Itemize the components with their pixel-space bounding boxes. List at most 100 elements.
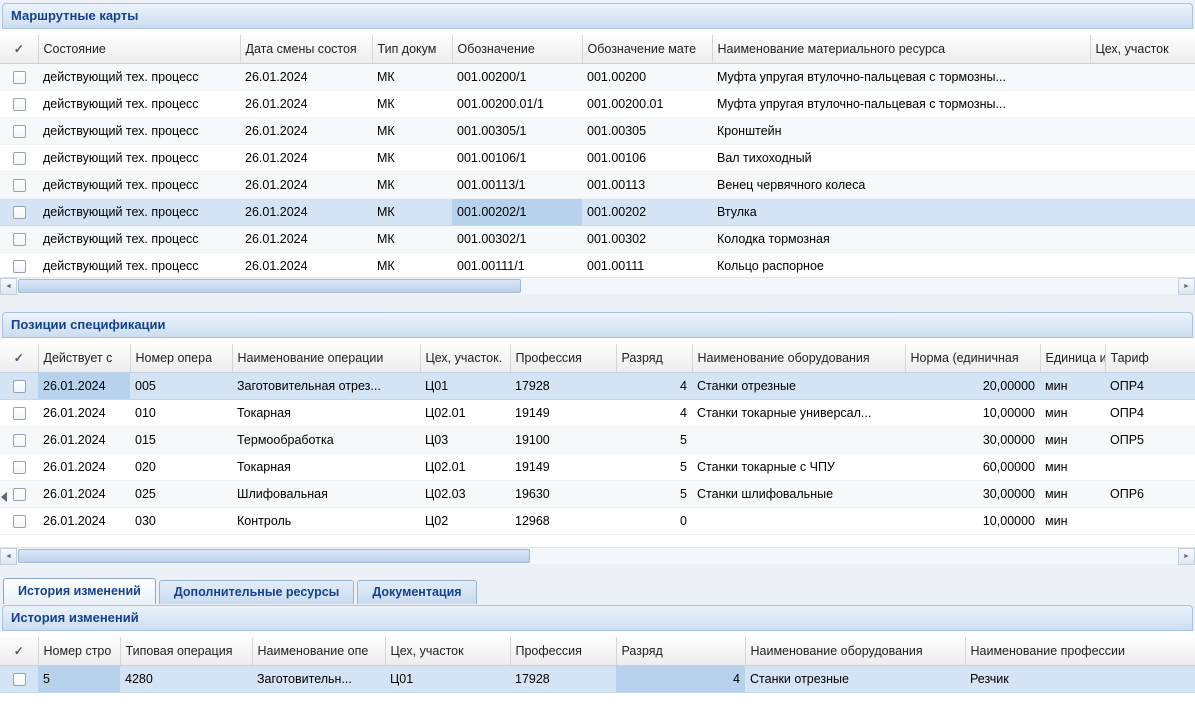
- table-cell[interactable]: Заготовительн...: [252, 666, 385, 693]
- table-cell[interactable]: 001.00202: [582, 199, 712, 226]
- table-cell[interactable]: 001.00113: [582, 172, 712, 199]
- table-cell[interactable]: 26.01.2024: [240, 199, 372, 226]
- col-header-valid-from[interactable]: Действует с: [38, 344, 130, 372]
- row-checkbox[interactable]: [13, 179, 26, 192]
- table-cell[interactable]: 015: [130, 427, 232, 454]
- table-row[interactable]: действующий тех. процесс26.01.2024МК 001.…: [0, 199, 1195, 226]
- table-cell[interactable]: [1090, 118, 1195, 145]
- table-cell[interactable]: 4: [616, 400, 692, 427]
- table-cell[interactable]: 001.00302: [582, 226, 712, 253]
- table-cell[interactable]: МК: [372, 199, 452, 226]
- col-header-profession[interactable]: Профессия: [510, 637, 616, 665]
- table-cell[interactable]: 0: [616, 508, 692, 535]
- table-cell[interactable]: 5: [616, 481, 692, 508]
- table-cell[interactable]: 26.01.2024: [240, 91, 372, 118]
- table-cell[interactable]: мин: [1040, 481, 1105, 508]
- row-checkbox[interactable]: [13, 488, 26, 501]
- row-checkbox-cell[interactable]: [0, 226, 38, 253]
- tab-change-history[interactable]: История изменений: [3, 578, 156, 604]
- table-cell[interactable]: 001.00305/1: [452, 118, 582, 145]
- table-cell[interactable]: МК: [372, 118, 452, 145]
- table-cell[interactable]: 26.01.2024: [38, 454, 130, 481]
- select-all-header[interactable]: ✓: [0, 35, 38, 63]
- table-row[interactable]: 26.01.2024010ТокарнаяЦ02.01191494Станки …: [0, 400, 1195, 427]
- table-row[interactable]: действующий тех. процесс26.01.2024МК001.…: [0, 226, 1195, 253]
- col-header-workshop[interactable]: Цех, участок: [385, 637, 510, 665]
- table-cell[interactable]: 001.00113/1: [452, 172, 582, 199]
- table-cell[interactable]: 26.01.2024: [240, 253, 372, 277]
- row-checkbox-cell[interactable]: [0, 145, 38, 172]
- table-cell[interactable]: Ц02: [420, 508, 510, 535]
- table-cell[interactable]: 001.00302/1: [452, 226, 582, 253]
- table-cell[interactable]: МК: [372, 64, 452, 91]
- table-cell[interactable]: Ц02.01: [420, 454, 510, 481]
- table-cell[interactable]: Втулка: [712, 199, 1090, 226]
- table-cell[interactable]: [692, 508, 905, 535]
- table-cell[interactable]: действующий тех. процесс: [38, 226, 240, 253]
- table-cell[interactable]: Станки шлифовальные: [692, 481, 905, 508]
- table-cell[interactable]: [1090, 226, 1195, 253]
- row-checkbox[interactable]: [13, 461, 26, 474]
- spec-positions-horizontal-scrollbar[interactable]: ◄ ►: [0, 547, 1195, 564]
- table-cell[interactable]: [1105, 454, 1195, 481]
- table-cell[interactable]: 26.01.2024: [38, 508, 130, 535]
- table-cell[interactable]: действующий тех. процесс: [38, 199, 240, 226]
- table-cell[interactable]: действующий тех. процесс: [38, 172, 240, 199]
- table-cell[interactable]: ОПР4: [1105, 373, 1195, 400]
- table-cell[interactable]: 001.00106/1: [452, 145, 582, 172]
- table-cell[interactable]: мин: [1040, 427, 1105, 454]
- table-cell[interactable]: Станки токарные универсал...: [692, 400, 905, 427]
- col-header-material-resource-name[interactable]: Наименование материального ресурса: [712, 35, 1090, 63]
- table-cell[interactable]: 26.01.2024: [38, 373, 130, 400]
- col-header-operation-name[interactable]: Наименование опе: [252, 637, 385, 665]
- table-cell[interactable]: 30,00000: [905, 481, 1040, 508]
- col-header-equipment-name[interactable]: Наименование оборудования: [692, 344, 905, 372]
- table-row[interactable]: 26.01.2024025ШлифовальнаяЦ02.03196305Ста…: [0, 481, 1195, 508]
- row-checkbox-cell[interactable]: [0, 199, 38, 226]
- table-cell[interactable]: 4: [616, 373, 692, 400]
- table-row[interactable]: 26.01.2024020ТокарнаяЦ02.01191495Станки …: [0, 454, 1195, 481]
- col-header-profession-name[interactable]: Наименование профессии: [965, 637, 1195, 665]
- table-cell[interactable]: 19100: [510, 427, 616, 454]
- col-header-operation-number[interactable]: Номер опера: [130, 344, 232, 372]
- table-cell[interactable]: Станки отрезные: [692, 373, 905, 400]
- select-all-header[interactable]: ✓: [0, 344, 38, 372]
- row-checkbox-cell[interactable]: [0, 172, 38, 199]
- table-cell[interactable]: 030: [130, 508, 232, 535]
- table-cell[interactable]: Колодка тормозная: [712, 226, 1090, 253]
- table-cell[interactable]: 26.01.2024: [240, 145, 372, 172]
- table-cell[interactable]: 26.01.2024: [240, 64, 372, 91]
- table-cell[interactable]: Муфта упругая втулочно-пальцевая с тормо…: [712, 64, 1090, 91]
- col-header-material-designation[interactable]: Обозначение мате: [582, 35, 712, 63]
- table-cell[interactable]: мин: [1040, 508, 1105, 535]
- row-checkbox-cell[interactable]: [0, 508, 38, 535]
- table-cell[interactable]: Термообработка: [232, 427, 420, 454]
- table-row[interactable]: 26.01.2024005Заготовительная отрез...Ц01…: [0, 373, 1195, 400]
- table-cell[interactable]: Ц03: [420, 427, 510, 454]
- table-cell[interactable]: мин: [1040, 454, 1105, 481]
- row-checkbox[interactable]: [13, 98, 26, 111]
- col-header-unit[interactable]: Единица и: [1040, 344, 1105, 372]
- table-cell[interactable]: 005: [130, 373, 232, 400]
- col-header-workshop[interactable]: Цех, участок.: [420, 344, 510, 372]
- table-cell[interactable]: действующий тех. процесс: [38, 145, 240, 172]
- scrollbar-thumb[interactable]: [18, 549, 530, 563]
- row-checkbox[interactable]: [13, 515, 26, 528]
- table-cell[interactable]: действующий тех. процесс: [38, 118, 240, 145]
- col-header-state[interactable]: Состояние: [38, 35, 240, 63]
- table-cell[interactable]: 001.00200: [582, 64, 712, 91]
- table-cell[interactable]: Станки токарные с ЧПУ: [692, 454, 905, 481]
- table-cell[interactable]: Шлифовальная: [232, 481, 420, 508]
- col-header-designation[interactable]: Обозначение: [452, 35, 582, 63]
- table-row[interactable]: действующий тех. процесс26.01.2024МК001.…: [0, 91, 1195, 118]
- row-checkbox[interactable]: [13, 407, 26, 420]
- table-cell[interactable]: Муфта упругая втулочно-пальцевая с тормо…: [712, 91, 1090, 118]
- row-checkbox[interactable]: [13, 206, 26, 219]
- table-cell[interactable]: 5: [38, 666, 120, 693]
- table-cell[interactable]: 19149: [510, 454, 616, 481]
- table-cell[interactable]: [692, 427, 905, 454]
- table-cell[interactable]: Резчик: [965, 666, 1195, 693]
- col-header-grade[interactable]: Разряд: [616, 637, 745, 665]
- table-cell[interactable]: 60,00000: [905, 454, 1040, 481]
- scroll-right-button[interactable]: ►: [1178, 548, 1195, 565]
